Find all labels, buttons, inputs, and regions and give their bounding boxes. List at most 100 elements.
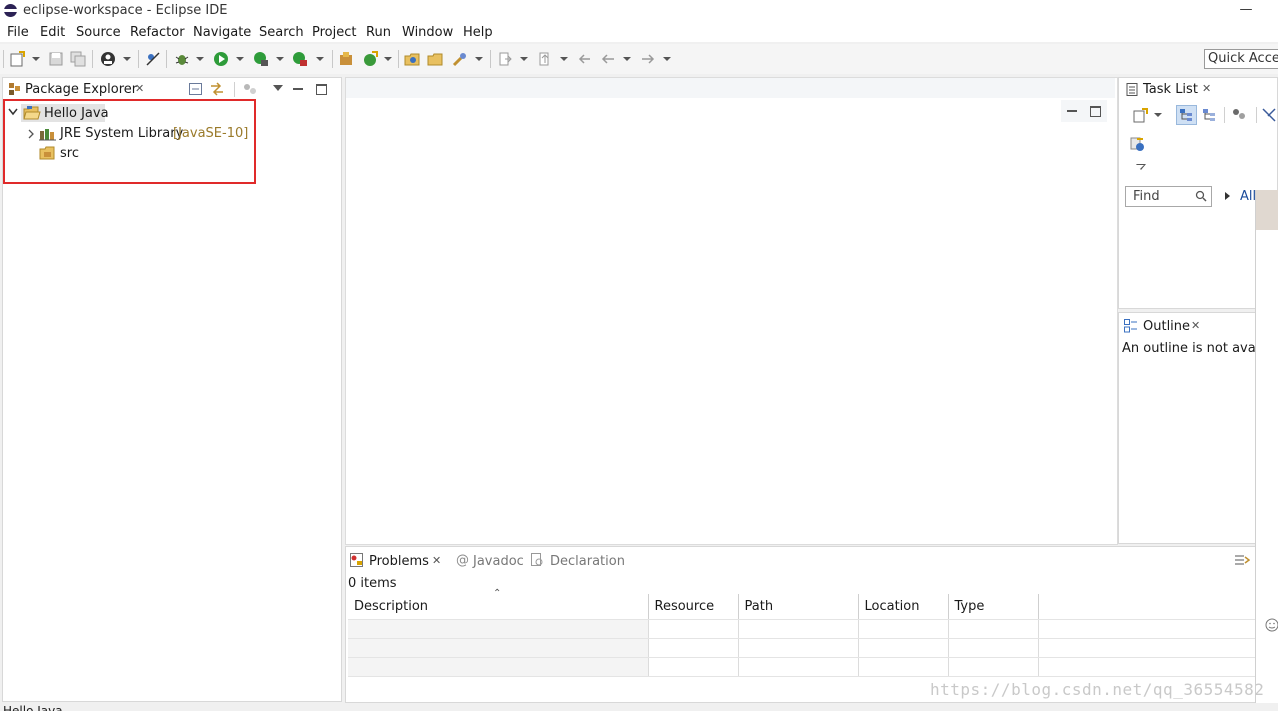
save-icon[interactable]	[48, 51, 64, 67]
open-type-icon[interactable]	[404, 51, 420, 67]
close-icon[interactable]: ✕	[1191, 319, 1200, 332]
window-title: eclipse-workspace - Eclipse IDE	[23, 3, 228, 18]
column-header-resource[interactable]: Resource	[648, 594, 739, 620]
forward-dropdown-arrow[interactable]	[663, 57, 671, 61]
profile-dropdown-arrow[interactable]	[123, 57, 131, 61]
column-header-type[interactable]: Type	[948, 594, 1039, 620]
hide-completed-icon[interactable]	[1262, 108, 1276, 122]
previous-annotation-dropdown-arrow[interactable]	[560, 57, 568, 61]
declaration-icon	[531, 553, 543, 566]
new-class-icon[interactable]	[362, 51, 378, 67]
find-placeholder: Find	[1133, 189, 1160, 204]
column-header-description[interactable]: Description	[348, 594, 649, 620]
new-class-dropdown-arrow[interactable]	[384, 57, 392, 61]
new-icon[interactable]	[9, 51, 25, 67]
close-icon[interactable]: ✕	[432, 554, 441, 567]
minimize-editor-icon[interactable]	[1067, 110, 1077, 112]
maximize-editor-icon[interactable]	[1090, 106, 1101, 117]
debug-dropdown-arrow[interactable]	[196, 57, 204, 61]
skip-breakpoints-icon[interactable]	[145, 51, 161, 67]
back-icon[interactable]	[600, 51, 616, 67]
declaration-tab[interactable]: Declaration	[550, 554, 625, 569]
new-java-project-icon[interactable]	[338, 51, 354, 67]
table-cell	[948, 657, 1039, 677]
table-cell	[948, 638, 1039, 658]
new-dropdown-arrow[interactable]	[32, 57, 40, 61]
javadoc-icon: @	[456, 553, 469, 568]
coverage-dropdown-arrow[interactable]	[276, 57, 284, 61]
save-all-icon[interactable]	[70, 51, 86, 67]
collapse-all-icon[interactable]	[189, 83, 202, 95]
external-tools-icon[interactable]	[292, 51, 308, 67]
categorized-icon	[1180, 109, 1192, 121]
task-filters-icon[interactable]	[1232, 108, 1247, 121]
last-edit-location-icon[interactable]	[576, 51, 592, 67]
task-list-tab-label[interactable]: Task List	[1143, 82, 1198, 97]
toolbar-separator	[490, 50, 491, 68]
quick-access-input[interactable]: Quick Access	[1204, 49, 1278, 69]
outline-message: An outline is not available.	[1122, 341, 1256, 356]
menu-search[interactable]: Search	[259, 25, 304, 40]
open-resource-icon[interactable]	[427, 51, 443, 67]
close-icon[interactable]: ✕	[135, 82, 144, 95]
menu-file[interactable]: File	[7, 25, 29, 40]
next-annotation-icon[interactable]	[497, 51, 513, 67]
search-dropdown-arrow[interactable]	[475, 57, 483, 61]
forward-icon[interactable]	[640, 51, 656, 67]
table-cell	[738, 619, 859, 639]
minimize-view-icon[interactable]	[293, 88, 303, 90]
maximize-view-icon[interactable]	[316, 84, 327, 95]
profile-icon[interactable]	[100, 51, 116, 67]
scheduled-icon[interactable]	[1202, 108, 1217, 122]
view-menu-icon[interactable]	[273, 85, 283, 91]
close-icon[interactable]: ✕	[1202, 82, 1211, 95]
menu-source[interactable]: Source	[76, 25, 121, 40]
new-task-dropdown-arrow[interactable]	[1154, 113, 1162, 117]
external-tools-dropdown-arrow[interactable]	[316, 57, 324, 61]
smiley-icon[interactable]	[1264, 617, 1278, 633]
menu-edit[interactable]: Edit	[40, 25, 65, 40]
view-menu-icon[interactable]	[1234, 553, 1250, 567]
menu-refactor[interactable]: Refactor	[130, 25, 185, 40]
debug-icon[interactable]	[174, 51, 190, 67]
toolbar-separator	[166, 50, 167, 68]
package-explorer-icon	[9, 83, 20, 95]
all-filter-link[interactable]: All	[1240, 189, 1256, 204]
editor-tab-strip	[346, 78, 1115, 98]
filters-icon[interactable]	[243, 83, 257, 95]
menu-window[interactable]: Window	[402, 25, 453, 40]
menu-run[interactable]: Run	[366, 25, 391, 40]
run-dropdown-arrow[interactable]	[236, 57, 244, 61]
watermark: https://blog.csdn.net/qq_36554582	[930, 680, 1265, 699]
synchronize-icon[interactable]	[1130, 137, 1145, 152]
problems-icon	[350, 553, 363, 567]
coverage-icon[interactable]	[253, 51, 269, 67]
status-text: Hello Java	[3, 704, 63, 711]
link-with-editor-icon[interactable]	[210, 82, 224, 96]
outline-tab-label[interactable]: Outline	[1143, 319, 1190, 334]
toolbar-separator	[3, 50, 4, 68]
run-icon[interactable]	[213, 51, 229, 67]
column-header-filler	[1038, 594, 1255, 620]
menu-project[interactable]: Project	[312, 25, 356, 40]
back-dropdown-arrow[interactable]	[623, 57, 631, 61]
status-bar	[0, 703, 1278, 711]
search-tool-icon[interactable]	[452, 51, 468, 67]
table-cell	[648, 619, 739, 639]
menu-navigate[interactable]: Navigate	[193, 25, 251, 40]
panel-toolbar-separator	[234, 82, 235, 97]
javadoc-tab[interactable]: Javadoc	[473, 554, 524, 569]
next-annotation-dropdown-arrow[interactable]	[520, 57, 528, 61]
problems-table: Description Resource Path Location Type	[348, 594, 1255, 677]
menu-help[interactable]: Help	[463, 25, 493, 40]
editor-area[interactable]	[345, 77, 1118, 545]
expand-triangle-icon[interactable]	[1225, 192, 1230, 200]
minimize-button[interactable]: —	[1236, 2, 1256, 17]
column-header-location[interactable]: Location	[858, 594, 949, 620]
search-icon[interactable]	[1195, 190, 1207, 202]
panel-toolbar-separator	[1224, 107, 1225, 123]
column-header-path[interactable]: Path	[738, 594, 859, 620]
new-task-icon[interactable]	[1133, 108, 1149, 123]
table-cell	[348, 619, 649, 639]
previous-annotation-icon[interactable]	[537, 51, 553, 67]
